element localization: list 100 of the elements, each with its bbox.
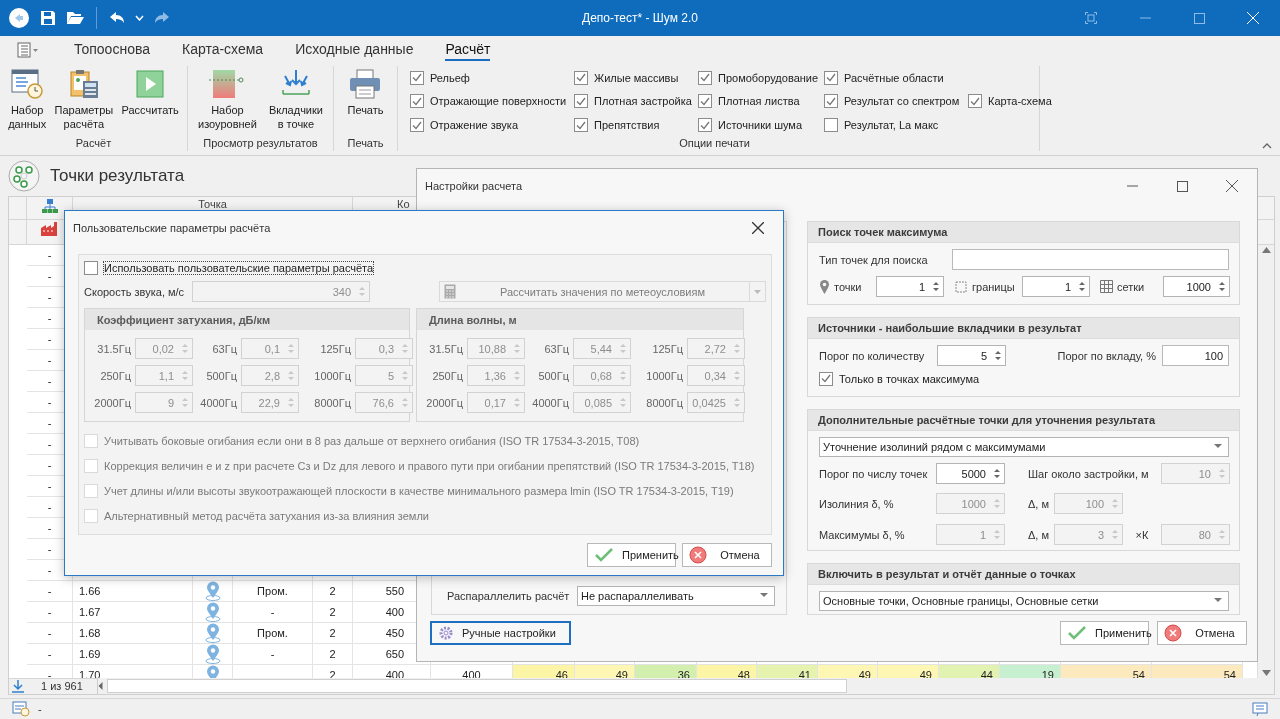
frequency-label: 1000Гц (313, 369, 351, 382)
checkbox[interactable] (410, 94, 424, 109)
spin-arrows-icon (513, 369, 521, 382)
checkbox[interactable] (574, 94, 588, 109)
table-cell: 2 (313, 580, 353, 602)
checkbox[interactable] (574, 70, 588, 85)
checkbox-label: Промоборудование (717, 70, 820, 85)
dropdown[interactable]: Основные точки, Основные границы, Основные сетки (819, 590, 1229, 611)
ribbon-button[interactable]: Вкладчики в точке (267, 65, 324, 133)
dropdown-arrow-icon (1214, 598, 1222, 603)
frequency-label: 8000Гц (645, 396, 683, 409)
table-cell: - (27, 601, 73, 623)
ribbon-button[interactable]: Набор данных (7, 65, 48, 133)
field-label: Тип точек для поиска (819, 253, 929, 266)
checkbox[interactable] (698, 118, 712, 133)
dialog-title: Настройки расчета (425, 180, 524, 193)
gear-icon (438, 624, 454, 641)
number-field[interactable]: 1 (876, 276, 944, 297)
horizontal-scrollbar[interactable] (97, 678, 1274, 695)
ribbon-tab[interactable]: Карта-схема (182, 40, 264, 61)
number-field[interactable]: 5 (937, 345, 1006, 366)
checkbox[interactable] (968, 94, 982, 109)
cancel-button[interactable]: Отмена (1157, 620, 1247, 645)
clipboard-calculator-icon (67, 67, 100, 100)
check-icon (1067, 624, 1087, 641)
ribbon-tab[interactable]: Исходные данные (295, 40, 414, 61)
collapse-button[interactable] (1262, 142, 1272, 149)
group-label: Просмотр результатов (202, 136, 319, 151)
field-label: Δ, м (1028, 497, 1051, 510)
grid-icon (1100, 280, 1113, 293)
spin-arrows-icon (287, 369, 295, 382)
frequency-label: 31.5Гц (96, 342, 131, 355)
checkbox-label: Отражающие поверхности (429, 94, 568, 109)
spin-arrows-icon (733, 369, 741, 382)
app-button[interactable] (6, 6, 32, 30)
scroll-left-icon (98, 682, 103, 691)
frequency-label: 250Гц (99, 369, 131, 382)
spin-arrows-icon (619, 342, 627, 355)
app-icon (8, 7, 30, 29)
ribbon-button[interactable]: Рассчитать (120, 65, 180, 119)
number-field[interactable]: 5000 (936, 463, 1005, 484)
group-title: Длина волны, м (429, 313, 517, 326)
text-field[interactable] (952, 249, 1229, 270)
window-title: Депо-тест* - Шум 2.0 (582, 11, 698, 25)
checkbox[interactable] (410, 70, 424, 85)
number-field[interactable]: 1000 (1163, 276, 1230, 297)
frequency-label: 31.5Гц (428, 342, 463, 355)
frequency-label: 125Гц (651, 342, 683, 355)
frequency-label: 2000Гц (425, 396, 463, 409)
table-cell: 1.67 (73, 601, 193, 623)
checkbox-label: Использовать пользовательские параметры расчёта (103, 261, 375, 275)
calendar-clock-icon (12, 700, 30, 717)
field-label: Скорость звука, м/с (84, 285, 186, 298)
ribbon-tab[interactable]: Расчёт (445, 40, 491, 61)
dropdown[interactable]: Не распараллеливать (577, 585, 775, 606)
spin-arrows-icon (513, 342, 521, 355)
number-field[interactable]: 1 (1022, 276, 1090, 297)
checkbox[interactable] (824, 118, 838, 133)
checkbox[interactable] (819, 371, 833, 386)
field-label: Порог по вкладу, % (1056, 349, 1157, 362)
checkbox[interactable] (574, 118, 588, 133)
manual-settings-button[interactable]: Ручные настройки (430, 620, 571, 645)
cancel-button[interactable]: Отмена (682, 543, 772, 567)
ribbon-button[interactable]: Печать (346, 65, 385, 119)
checkbox[interactable] (410, 118, 424, 133)
spin-arrows-icon (513, 396, 521, 409)
list-icon[interactable] (1252, 701, 1268, 716)
spin-arrows-icon (619, 396, 627, 409)
minimize-icon (1139, 17, 1151, 19)
checkbox[interactable] (84, 261, 98, 275)
map-pin-icon (203, 601, 222, 622)
checkbox-label: Учет длины и/или высоты звукоотражающей плоскости в качестве минимального размера lmin (ISO TR 17534-3-2015, T19) (103, 484, 735, 498)
field-label: точки (834, 280, 862, 293)
redo-icon (154, 11, 170, 25)
undo-icon (109, 11, 125, 25)
minimize-icon (1126, 185, 1138, 188)
frequency-label: 1000Гц (645, 369, 683, 382)
dropdown[interactable]: Уточнение изолиний рядом с максимумами (819, 436, 1229, 457)
table-cell: 1.69 (73, 643, 193, 665)
spin-arrows-icon (401, 396, 409, 409)
section-title: Источники - наибольшие вкладчики в результат (818, 321, 1082, 334)
dialog-title: Пользовательские параметры расчёта (73, 221, 272, 234)
spin-arrows-icon (993, 467, 1001, 480)
number-field[interactable]: 100 (1162, 345, 1229, 366)
ribbon-button[interactable]: Параметры расчёта (53, 65, 115, 133)
save-icon (40, 10, 56, 26)
checkbox[interactable] (698, 70, 712, 85)
checkbox-label: Рельеф (429, 70, 471, 85)
checkbox-label: Коррекция величин е и z при расчете Cз и Dz для левого и правого пути при огибании препятствий (ISO TR 17534-3-2015, T18) (103, 459, 756, 473)
close-icon (752, 221, 764, 234)
ribbon-tab[interactable]: Топооснова (74, 40, 150, 61)
checkbox[interactable] (824, 70, 838, 85)
dropdown-arrow-icon (1214, 444, 1222, 449)
map-pin-icon (203, 580, 222, 601)
spin-arrows-icon (994, 349, 1002, 362)
frequency-label: 125Гц (319, 342, 351, 355)
page-counter: 1 из 961 (40, 680, 84, 693)
ribbon-button[interactable]: Набор изоуровней (197, 65, 258, 133)
checkbox[interactable] (698, 94, 712, 109)
checkbox[interactable] (824, 94, 838, 109)
